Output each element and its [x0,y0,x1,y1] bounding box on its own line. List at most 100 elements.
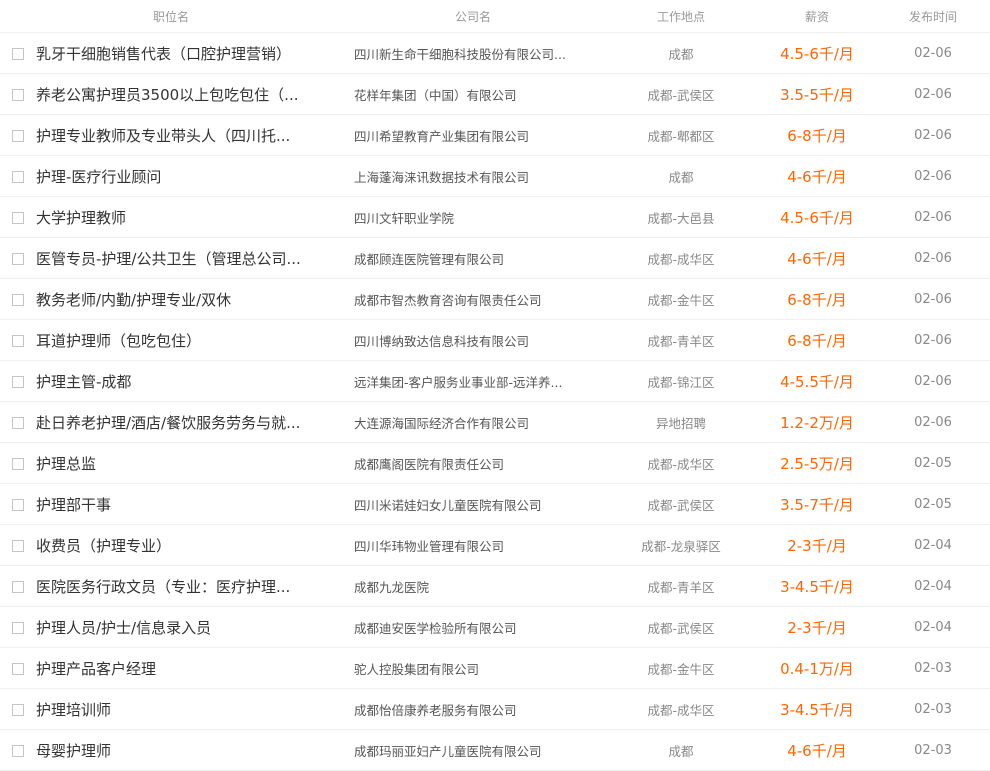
job-title-link[interactable]: 收费员（护理专业） [36,535,342,556]
row-checkbox[interactable] [12,170,24,183]
table-row[interactable]: 护理-医疗行业顾问 上海蓬海涞讯数据技术有限公司 成都 4-6千/月 02-06 [0,157,990,197]
company-name-link[interactable]: 成都顾连医院管理有限公司 [342,249,604,268]
table-row[interactable]: 养老公寓护理员3500以上包吃包住（... 花样年集团（中国）有限公司 成都-武侯区… [0,75,990,115]
job-location: 成都-龙泉驿区 [641,539,721,554]
job-title-link[interactable]: 乳牙干细胞销售代表（口腔护理营销） [36,43,342,64]
job-title-link[interactable]: 护理培训师 [36,699,342,720]
job-salary: 4-6千/月 [787,742,847,760]
row-select-cell [0,211,36,224]
table-row[interactable]: 赴日养老护理/酒店/餐饮服务劳务与就... 大连源海国际经济合作有限公司 异地招聘 1… [0,403,990,443]
table-body: 乳牙干细胞销售代表（口腔护理营销） 四川新生命干细胞科技股份有限公司... 成都 4.… [0,34,990,771]
table-row[interactable]: 耳道护理师（包吃包住） 四川博纳致达信息科技有限公司 成都-青羊区 6-8千/月 02-… [0,321,990,361]
row-checkbox[interactable] [12,129,24,142]
job-title-link[interactable]: 护理总监 [36,453,342,474]
job-title-link[interactable]: 医院医务行政文员（专业：医疗护理... [36,576,342,597]
company-name-link[interactable]: 花样年集团（中国）有限公司 [342,85,604,104]
job-title-link[interactable]: 赴日养老护理/酒店/餐饮服务劳务与就... [36,412,342,433]
row-checkbox[interactable] [12,457,24,470]
row-checkbox[interactable] [12,703,24,716]
table-row[interactable]: 护理人员/护士/信息录入员 成都迪安医学检验所有限公司 成都-武侯区 2-3千/月 02… [0,608,990,648]
job-salary: 3.5-7千/月 [780,496,854,514]
publish-date: 02-05 [914,456,952,471]
job-title-link[interactable]: 母婴护理师 [36,740,342,761]
company-name-link[interactable]: 成都迪安医学检验所有限公司 [342,618,604,637]
row-checkbox[interactable] [12,416,24,429]
job-location: 成都-成华区 [647,703,715,718]
table-row[interactable]: 护理总监 成都鹰阁医院有限责任公司 成都-成华区 2.5-5万/月 02-05 [0,444,990,484]
company-name-link[interactable]: 驼人控股集团有限公司 [342,659,604,678]
job-title-link[interactable]: 大学护理教师 [36,207,342,228]
row-checkbox[interactable] [12,47,24,60]
publish-date: 02-04 [914,579,952,594]
job-title-link[interactable]: 护理部干事 [36,494,342,515]
job-location: 成都-武侯区 [647,88,715,103]
company-name-link[interactable]: 成都九龙医院 [342,577,604,596]
job-location: 成都-郫都区 [647,129,715,144]
table-row[interactable]: 收费员（护理专业） 四川华玮物业管理有限公司 成都-龙泉驿区 2-3千/月 02-04 [0,526,990,566]
header-title: 职位名 [152,9,189,24]
row-select-cell [0,539,36,552]
table-row[interactable]: 护理部干事 四川米诺娃妇女儿童医院有限公司 成都-武侯区 3.5-7千/月 02-05 [0,485,990,525]
table-row[interactable]: 乳牙干细胞销售代表（口腔护理营销） 四川新生命干细胞科技股份有限公司... 成都 4.… [0,34,990,74]
job-location: 异地招聘 [655,416,706,431]
job-salary: 4.5-6千/月 [780,209,854,227]
table-row[interactable]: 护理培训师 成都怡倍康养老服务有限公司 成都-成华区 3-4.5千/月 02-03 [0,690,990,730]
publish-date: 02-05 [914,497,952,512]
row-checkbox[interactable] [12,662,24,675]
job-title-link[interactable]: 医管专员-护理/公共卫生（管理总公司... [36,248,342,269]
publish-date: 02-06 [914,374,952,389]
company-name-link[interactable]: 成都市智杰教育咨询有限责任公司 [342,290,604,309]
job-title-link[interactable]: 护理-医疗行业顾问 [36,166,342,187]
company-name-link[interactable]: 四川华玮物业管理有限公司 [342,536,604,555]
job-location: 成都 [668,744,694,759]
company-name-link[interactable]: 四川希望教育产业集团有限公司 [342,126,604,145]
table-row[interactable]: 护理产品客户经理 驼人控股集团有限公司 成都-金牛区 0.4-1万/月 02-03 [0,649,990,689]
publish-date: 02-06 [914,333,952,348]
company-name-link[interactable]: 成都怡倍康养老服务有限公司 [342,700,604,719]
job-salary: 1.2-2万/月 [780,414,854,432]
job-title-link[interactable]: 护理专业教师及专业带头人（四川托... [36,125,342,146]
table-row[interactable]: 护理主管-成都 远洋集团-客户服务业事业部-远洋养... 成都-锦江区 4-5.5千/… [0,362,990,402]
job-salary: 3-4.5千/月 [780,701,854,719]
row-checkbox[interactable] [12,539,24,552]
row-checkbox[interactable] [12,744,24,757]
company-name-link[interactable]: 四川文轩职业学院 [342,208,604,227]
job-title-link[interactable]: 耳道护理师（包吃包住） [36,330,342,351]
company-name-link[interactable]: 四川博纳致达信息科技有限公司 [342,331,604,350]
row-checkbox[interactable] [12,252,24,265]
row-select-cell [0,703,36,716]
publish-date: 02-03 [914,702,952,717]
company-name-link[interactable]: 成都鹰阁医院有限责任公司 [342,454,604,473]
company-name-link[interactable]: 大连源海国际经济合作有限公司 [342,413,604,432]
job-title-link[interactable]: 护理人员/护士/信息录入员 [36,617,342,638]
job-title-link[interactable]: 养老公寓护理员3500以上包吃包住（... [36,84,342,105]
company-name-link[interactable]: 四川新生命干细胞科技股份有限公司... [342,44,604,63]
row-checkbox[interactable] [12,621,24,634]
table-row[interactable]: 教务老师/内勤/护理专业/双休 成都市智杰教育咨询有限责任公司 成都-金牛区 6-8千… [0,280,990,320]
header-location: 工作地点 [656,9,705,24]
table-row[interactable]: 护理专业教师及专业带头人（四川托... 四川希望教育产业集团有限公司 成都-郫都区 6… [0,116,990,156]
row-checkbox[interactable] [12,211,24,224]
job-title-link[interactable]: 护理主管-成都 [36,371,342,392]
row-checkbox[interactable] [12,580,24,593]
job-title-link[interactable]: 护理产品客户经理 [36,658,342,679]
row-checkbox[interactable] [12,88,24,101]
table-row[interactable]: 大学护理教师 四川文轩职业学院 成都-大邑县 4.5-6千/月 02-06 [0,198,990,238]
table-row[interactable]: 医院医务行政文员（专业：医疗护理... 成都九龙医院 成都-青羊区 3-4.5千/月 0… [0,567,990,607]
row-select-cell [0,662,36,675]
table-row[interactable]: 医管专员-护理/公共卫生（管理总公司... 成都顾连医院管理有限公司 成都-成华区 4… [0,239,990,279]
publish-date: 02-04 [914,620,952,635]
row-checkbox[interactable] [12,334,24,347]
job-location: 成都 [668,47,694,62]
table-row[interactable]: 母婴护理师 成都玛丽亚妇产儿童医院有限公司 成都 4-6千/月 02-03 [0,731,990,771]
job-location: 成都-武侯区 [647,621,715,636]
company-name-link[interactable]: 成都玛丽亚妇产儿童医院有限公司 [342,741,604,760]
company-name-link[interactable]: 上海蓬海涞讯数据技术有限公司 [342,167,604,186]
row-checkbox[interactable] [12,375,24,388]
company-name-link[interactable]: 远洋集团-客户服务业事业部-远洋养... [342,372,604,391]
job-title-link[interactable]: 教务老师/内勤/护理专业/双休 [36,289,342,310]
row-checkbox[interactable] [12,498,24,511]
company-name-link[interactable]: 四川米诺娃妇女儿童医院有限公司 [342,495,604,514]
row-checkbox[interactable] [12,293,24,306]
job-salary: 0.4-1万/月 [780,660,854,678]
